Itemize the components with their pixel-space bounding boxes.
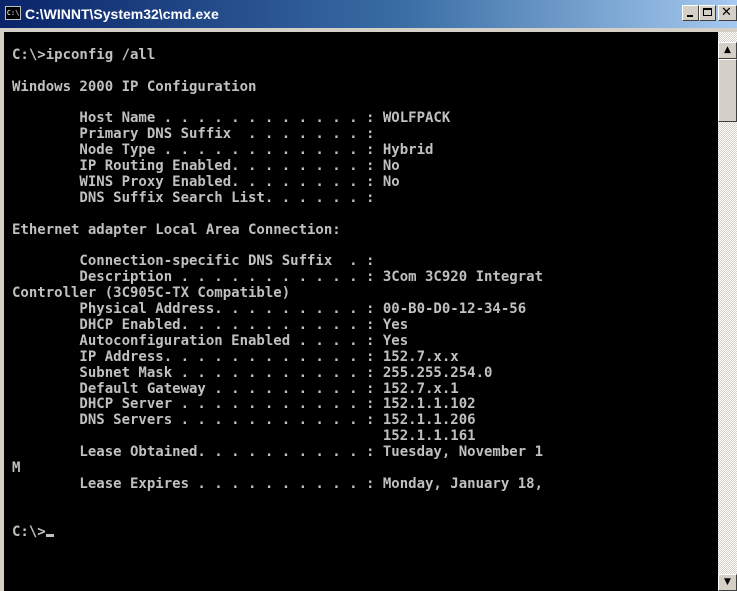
console-line: Primary DNS Suffix . . . . . . . : (12, 127, 375, 143)
scroll-up-arrow-icon: ▲ (724, 45, 731, 55)
console-line: DHCP Server . . . . . . . . . . . : 152.… (12, 397, 476, 413)
console-line: Controller (3C905C-TX Compatible) (12, 286, 291, 302)
console-line: Subnet Mask . . . . . . . . . . . : 255.… (12, 365, 493, 381)
scrollbar-thumb[interactable] (718, 59, 737, 122)
text-cursor (45, 533, 54, 537)
scroll-up-button[interactable]: ▲ (718, 42, 737, 59)
console-line: IP Routing Enabled. . . . . . . . : No (12, 159, 400, 175)
console-line: Windows 2000 IP Configuration (12, 79, 257, 95)
maximize-icon (703, 8, 712, 16)
console-line: Physical Address. . . . . . . . . : 00-B… (12, 302, 527, 318)
console-line: Lease Expires . . . . . . . . . . : Mond… (12, 476, 544, 492)
console-line: Default Gateway . . . . . . . . . : 152.… (12, 381, 459, 397)
console-line: C:\>ipconfig /all (12, 47, 156, 63)
close-icon: ✕ (721, 5, 732, 20)
minimize-icon (687, 15, 693, 17)
console-line: 152.1.1.161 (12, 429, 476, 445)
console-line: Host Name . . . . . . . . . . . . : WOLF… (12, 111, 451, 127)
console-line: M (12, 461, 21, 477)
window-title: C:\WINNT\System32\cmd.exe (25, 6, 219, 22)
console-line: Connection-specific DNS Suffix . : (12, 254, 375, 270)
console-line: Autoconfiguration Enabled . . . . : Yes (12, 333, 409, 349)
console-line: Description . . . . . . . . . . . : 3Com… (12, 270, 544, 286)
console-line: WINS Proxy Enabled. . . . . . . . : No (12, 175, 400, 191)
console-line: Lease Obtained. . . . . . . . . . : Tues… (12, 445, 544, 461)
console-line: Node Type . . . . . . . . . . . . : Hybr… (12, 143, 434, 159)
close-button[interactable]: ✕ (718, 5, 737, 21)
maximize-button[interactable] (699, 5, 716, 21)
console-icon[interactable]: C:\ (5, 6, 21, 20)
console-line: Ethernet adapter Local Area Connection: (12, 222, 341, 238)
title-bar[interactable]: C:\ C:\WINNT\System32\cmd.exe ✕ (0, 0, 737, 28)
cmd-window: C:\ C:\WINNT\System32\cmd.exe ✕ C:\>ipco… (0, 0, 737, 591)
console-lines: C:\>ipconfig /all Windows 2000 IP Config… (12, 32, 718, 541)
console-line: DHCP Enabled. . . . . . . . . . . : Yes (12, 318, 409, 334)
console-line: DNS Suffix Search List. . . . . . : (12, 190, 375, 206)
vertical-scrollbar[interactable]: ▲ ▼ (718, 32, 737, 591)
scroll-down-arrow-icon: ▼ (724, 577, 731, 587)
console-line: DNS Servers . . . . . . . . . . . : 152.… (12, 413, 476, 429)
scroll-down-button[interactable]: ▼ (718, 574, 737, 591)
console-output[interactable]: C:\>ipconfig /all Windows 2000 IP Config… (4, 32, 718, 591)
console-line: IP Address. . . . . . . . . . . . : 152.… (12, 349, 459, 365)
minimize-button[interactable] (682, 5, 699, 21)
prompt-line[interactable]: C:\> (12, 525, 718, 541)
prompt-text: C:\> (12, 524, 46, 540)
